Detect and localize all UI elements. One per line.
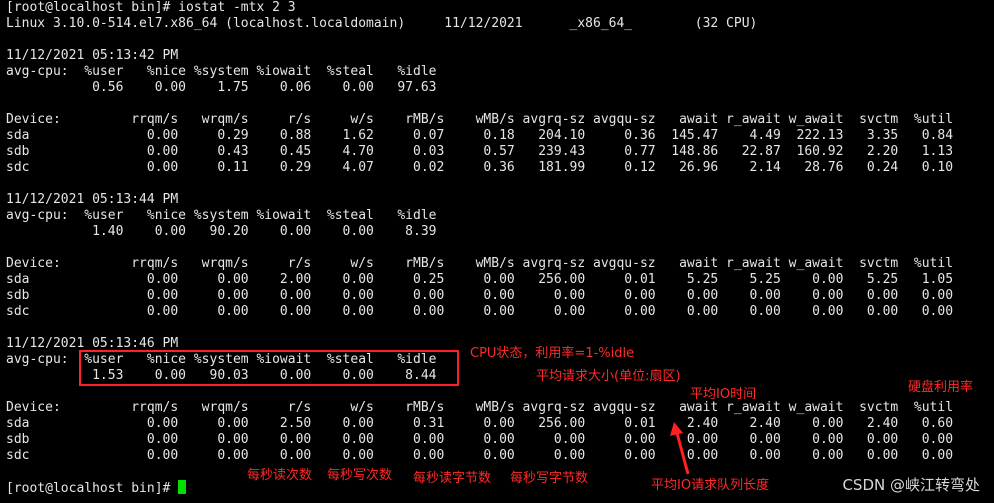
queue-arrow-line: [675, 432, 690, 475]
annotation-avg-queue-length: 平均IO请求队列长度: [651, 478, 770, 493]
annotation-avg-request-size: 平均请求大小(单位:扇区): [536, 369, 681, 384]
annotation-write-bytes-per-sec: 每秒写字节数: [510, 471, 589, 486]
csdn-watermark: CSDN @峡江转弯处: [842, 476, 980, 494]
annotation-avg-io-time: 平均IO时间: [690, 387, 757, 402]
annotation-writes-per-sec: 每秒写次数: [327, 468, 393, 483]
annotation-cpu-state: CPU状态，利用率=1-%idle: [470, 346, 635, 361]
annotation-arrows: [670, 422, 690, 475]
annotation-disk-util: 硬盘利用率: [908, 380, 974, 395]
annotation-reads-per-sec: 每秒读次数: [247, 468, 313, 483]
queue-arrow-head: [670, 422, 683, 436]
annotation-read-bytes-per-sec: 每秒读字节数: [413, 471, 492, 486]
